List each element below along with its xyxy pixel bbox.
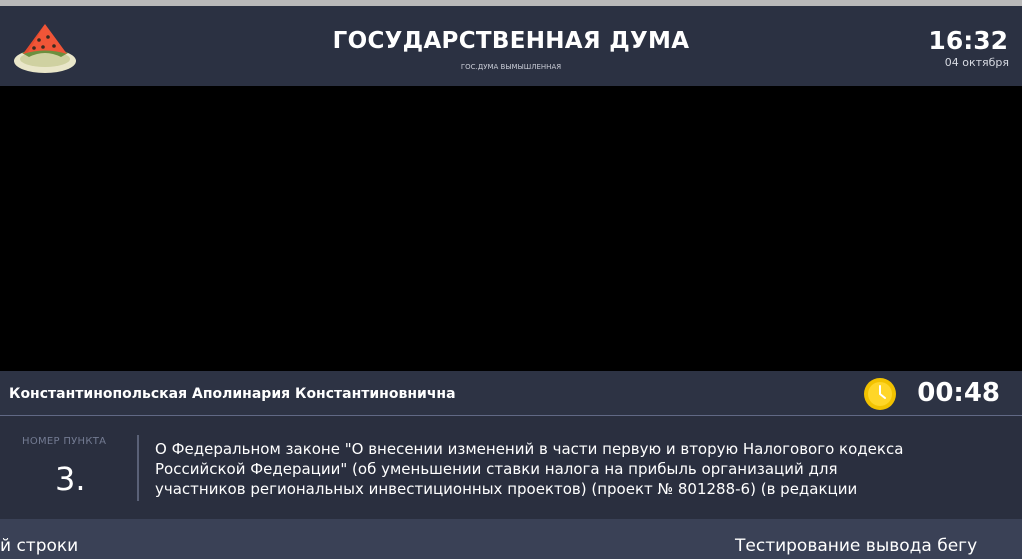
- header: ГОСУДАРСТВЕННАЯ ДУМА ГОС.ДУМА ВЫМЫШЛЕННА…: [0, 6, 1022, 86]
- video-player-area[interactable]: [0, 86, 1022, 371]
- clock-time: 16:32: [928, 26, 1008, 55]
- page-subtitle: ГОС.ДУМА ВЫМЫШЛЕННАЯ: [460, 63, 562, 71]
- clock-date: 04 октября: [944, 56, 1009, 69]
- agenda-item-number: 3.: [55, 460, 86, 498]
- agenda-item: НОМЕР ПУНКТА 3. О Федеральном законе "О …: [0, 417, 1022, 519]
- page-title: ГОСУДАРСТВЕННАЯ ДУМА: [332, 28, 690, 54]
- agenda-item-label: НОМЕР ПУНКТА: [22, 436, 107, 447]
- speech-timer: 00:48: [917, 378, 1000, 408]
- ticker-text-right: Тестирование вывода бегу: [735, 536, 978, 556]
- agenda-divider: [137, 435, 139, 501]
- speaker-bar: Константинопольская Аполинария Константи…: [0, 371, 1022, 416]
- ticker-text-left: й строки: [0, 536, 79, 556]
- speaker-name: Константинопольская Аполинария Константи…: [9, 386, 456, 402]
- clock-icon: [863, 377, 897, 411]
- news-ticker: й строки Тестирование вывода бегу: [0, 519, 1022, 559]
- agenda-item-text: О Федеральном законе "О внесении изменен…: [155, 440, 904, 498]
